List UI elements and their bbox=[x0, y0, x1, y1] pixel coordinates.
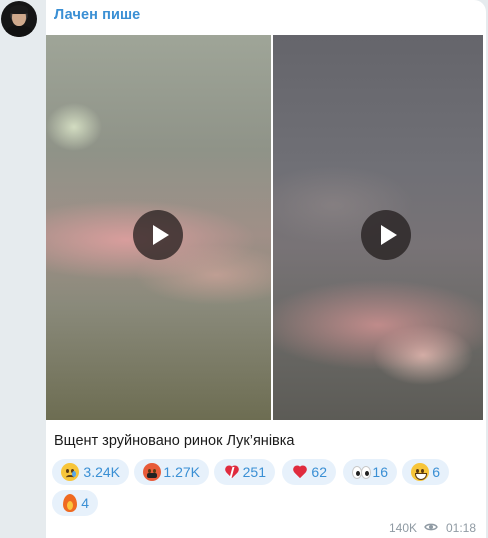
broken-heart-icon bbox=[222, 462, 237, 482]
play-icon[interactable] bbox=[133, 210, 183, 260]
channel-avatar[interactable] bbox=[1, 1, 37, 37]
video-thumbnail-2[interactable] bbox=[273, 35, 483, 420]
grinning-face-icon bbox=[410, 462, 429, 482]
reaction-fire[interactable]: 4 bbox=[52, 490, 98, 516]
fire-icon bbox=[60, 493, 77, 513]
view-count: 140K bbox=[389, 521, 418, 535]
post-time: 01:18 bbox=[446, 521, 477, 535]
eye-icon bbox=[424, 523, 438, 531]
video-thumbnail-1[interactable] bbox=[46, 35, 271, 420]
play-icon[interactable] bbox=[361, 210, 411, 260]
crying-face-icon bbox=[60, 462, 79, 482]
reaction-symbols[interactable]: 1.27K bbox=[134, 459, 209, 485]
face-with-symbols-icon bbox=[142, 462, 161, 482]
reaction-eyes[interactable]: 16 bbox=[343, 459, 397, 485]
message-caption: Вщент зруйновано ринок Лук’янівка bbox=[54, 433, 295, 449]
channel-name[interactable]: Лачен пише bbox=[54, 7, 140, 23]
reaction-red-heart[interactable]: 62 bbox=[282, 459, 336, 485]
reaction-grinning[interactable]: 6 bbox=[402, 459, 449, 485]
red-heart-icon bbox=[290, 462, 305, 482]
reaction-crying[interactable]: 3.24K bbox=[52, 459, 129, 485]
eyes-icon bbox=[351, 462, 371, 482]
reaction-broken-heart[interactable]: 251 bbox=[214, 459, 275, 485]
